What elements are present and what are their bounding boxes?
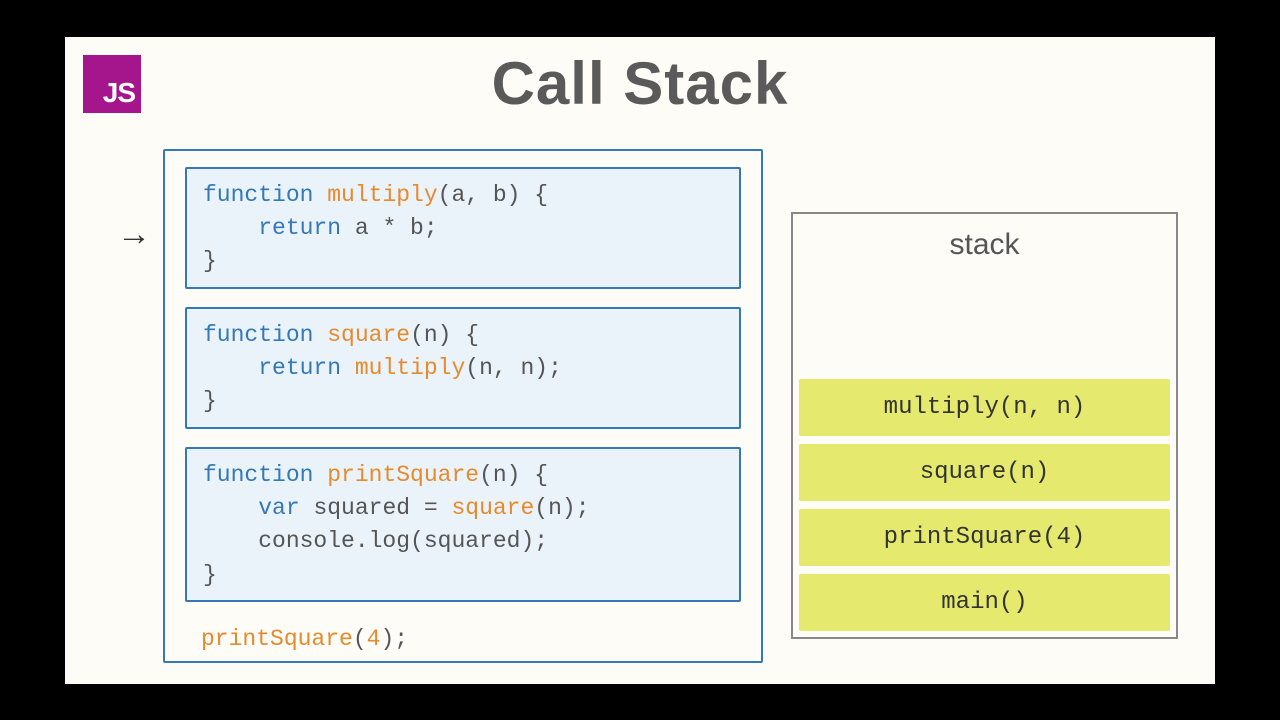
stack-frames: multiply(n, n) square(n) printSquare(4) … (793, 379, 1176, 637)
code-block-multiply: function multiply(a, b) { return a * b; … (185, 167, 741, 289)
fn-name: printSquare (201, 626, 353, 652)
code-block-square: function square(n) { return multiply(n, … (185, 307, 741, 429)
stack-frame: square(n) (799, 444, 1170, 501)
keyword: function (203, 182, 313, 208)
keyword: return (258, 215, 341, 241)
execution-arrow-icon: → (117, 215, 151, 254)
stack-frame: multiply(n, n) (799, 379, 1170, 436)
stack-frame: printSquare(4) (799, 509, 1170, 566)
keyword: function (203, 322, 313, 348)
fn-name: square (327, 322, 410, 348)
keyword: return (258, 355, 341, 381)
keyword: function (203, 462, 313, 488)
code-panel: function multiply(a, b) { return a * b; … (163, 149, 763, 663)
code-line-invocation: printSquare(4); (185, 620, 741, 658)
code-block-printSquare: function printSquare(n) { var squared = … (185, 447, 741, 602)
fn-name: square (451, 495, 534, 521)
slide: JS Call Stack → function multiply(a, b) … (65, 37, 1215, 684)
fn-name: multiply (355, 355, 465, 381)
stack-panel: stack multiply(n, n) square(n) printSqua… (791, 212, 1178, 639)
fn-name: printSquare (327, 462, 479, 488)
number-literal: 4 (367, 626, 381, 652)
stack-title: stack (793, 214, 1176, 268)
fn-name: multiply (327, 182, 437, 208)
keyword: var (258, 495, 299, 521)
slide-title: Call Stack (65, 49, 1215, 118)
stack-frame: main() (799, 574, 1170, 631)
